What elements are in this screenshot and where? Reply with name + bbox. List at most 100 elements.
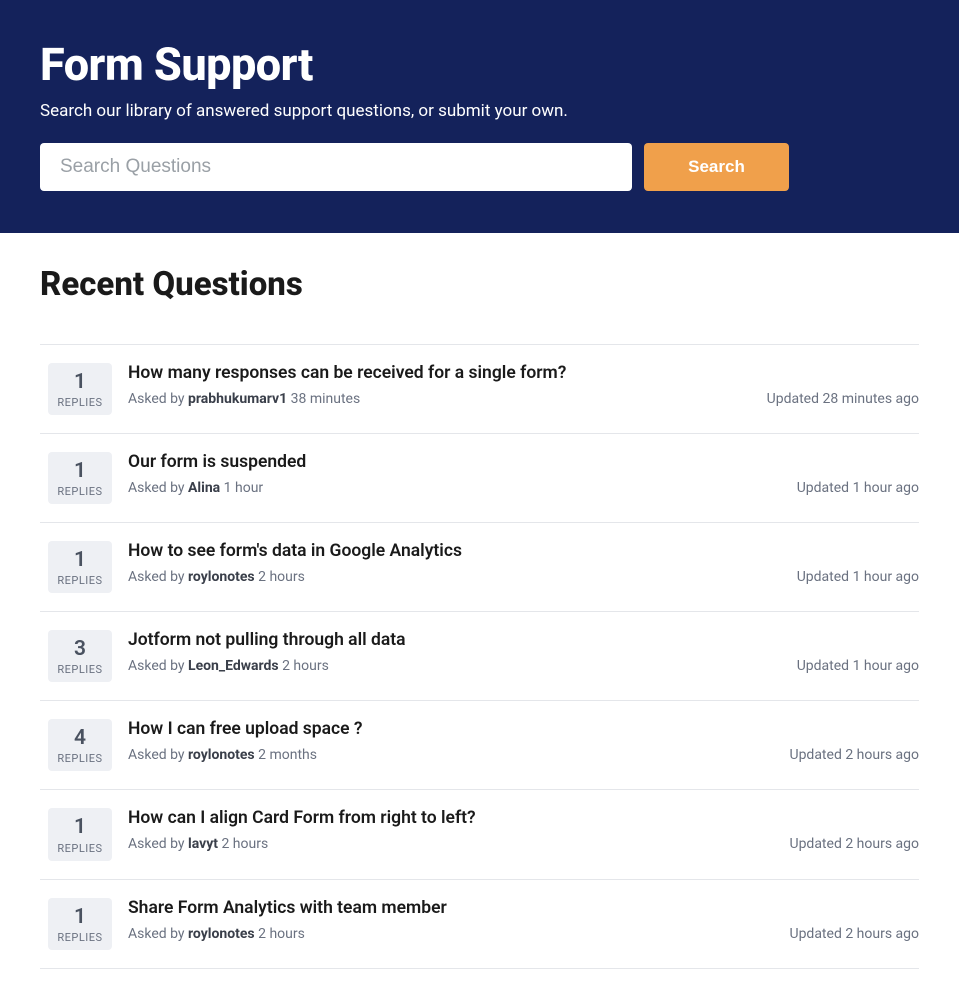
replies-badge: 1REPLIES — [48, 541, 112, 593]
question-title[interactable]: How to see form's data in Google Analyti… — [128, 541, 919, 561]
question-row[interactable]: 1 REPLIES Our form is suspended Asked by Al… — [40, 434, 919, 523]
content-area: Recent Questions 1 REPLIES How many respon… — [0, 233, 959, 989]
question-row[interactable]: 1 REPLIES Share Form Analytics with team m… — [40, 880, 919, 969]
search-row: Search — [40, 143, 919, 191]
replies-count: 1 — [48, 549, 112, 572]
question-title[interactable]: Our form is suspended — [128, 452, 919, 472]
replies-count: 4 — [48, 727, 112, 750]
updated-label: Updated — [797, 569, 849, 585]
updated-value: 2 hours ago — [845, 926, 919, 942]
asked-ago: 2 months — [258, 747, 317, 763]
search-button[interactable]: Search — [644, 143, 789, 191]
updated-label: Updated — [797, 658, 849, 674]
replies-label: REPLIES — [48, 752, 112, 765]
updated-label: Updated — [789, 926, 841, 942]
updated-value: 1 hour ago — [853, 658, 919, 674]
asked-by-label: Asked by — [128, 836, 185, 852]
question-body: How can I align Card Form from right to … — [128, 808, 919, 852]
question-meta: Asked by prabhukumarv1 38 minutes Updated… — [128, 391, 919, 407]
hero-banner: Form Support Search our library of answe… — [0, 0, 959, 233]
author-name[interactable]: roylonotes — [188, 747, 255, 763]
question-meta: Asked by Leon_Edwards 2 hours Updated 1 h… — [128, 658, 919, 674]
updated-value: 1 hour ago — [853, 569, 919, 585]
replies-label: REPLIES — [48, 485, 112, 498]
question-body: Our form is suspended Asked by Alina 1 ho… — [128, 452, 919, 496]
question-title[interactable]: Share Form Analytics with team member — [128, 898, 919, 918]
author-name[interactable]: prabhukumarv1 — [188, 391, 287, 407]
author-name[interactable]: Leon_Edwards — [188, 658, 279, 674]
asked-ago: 38 minutes — [291, 391, 361, 407]
updated-label: Updated — [797, 480, 849, 496]
question-meta: Asked by lavyt 2 hours Updated 2 hours ag… — [128, 836, 919, 852]
page-title: Form Support — [40, 38, 919, 91]
updated-value: 2 hours ago — [845, 747, 919, 763]
updated-ago: Updated 1 hour ago — [797, 480, 919, 496]
question-row[interactable]: 3 REPLIES Jotform not pulling through all … — [40, 612, 919, 701]
author-name[interactable]: lavyt — [188, 836, 218, 852]
asked-by-label: Asked by — [128, 926, 185, 942]
question-row[interactable]: 4 REPLIES How I can free upload space ? Ask… — [40, 701, 919, 790]
asked-by-label: Asked by — [128, 658, 185, 674]
replies-badge: 1 REPLIES — [48, 898, 112, 950]
updated-value: 2 hours ago — [845, 836, 919, 852]
search-input[interactable] — [40, 143, 632, 191]
asked-ago: 1 hour — [224, 480, 264, 496]
asked-by: Asked by lavyt 2 hours — [128, 836, 268, 852]
updated-ago: Updated 2 hours ago — [789, 747, 919, 763]
replies-count: 1 — [48, 371, 112, 394]
question-title[interactable]: Jotform not pulling through all data — [128, 630, 919, 650]
updated-label: Updated — [789, 836, 841, 852]
updated-label: Updated — [767, 391, 819, 407]
asked-by: Asked by roylonotes 2 hours — [128, 926, 305, 942]
updated-ago: Updated 2 hours ago — [789, 836, 919, 852]
author-name[interactable]: roylonotes — [188, 926, 255, 942]
updated-value: 28 minutes ago — [822, 391, 919, 407]
replies-label: REPLIES — [48, 842, 112, 855]
question-title[interactable]: How I can free upload space ? — [128, 719, 919, 739]
asked-by-label: Asked by — [128, 391, 185, 407]
replies-count: 1 — [48, 816, 112, 839]
question-body: How to see form's data in Google Analyti… — [128, 541, 919, 585]
replies-badge: 3 REPLIES — [48, 630, 112, 682]
question-title[interactable]: How can I align Card Form from right to … — [128, 808, 919, 828]
question-row[interactable]: 1 REPLIES How many responses can be receiv… — [40, 345, 919, 434]
replies-count: 1 — [48, 906, 112, 929]
question-meta: Asked by Alina 1 hour Updated 1 hour ago — [128, 480, 919, 496]
asked-by-label: Asked by — [128, 569, 185, 585]
question-meta: Asked by roylonotes 2 hours Updated 2 hou… — [128, 926, 919, 942]
question-row[interactable]: 1REPLIES How to see form's data in Google… — [40, 523, 919, 612]
page-subtitle: Search our library of answered support q… — [40, 101, 919, 121]
updated-ago: Updated 28 minutes ago — [767, 391, 919, 407]
question-body: How I can free upload space ? Asked by ro… — [128, 719, 919, 763]
replies-count: 1 — [48, 460, 112, 483]
asked-ago: 2 hours — [258, 569, 305, 585]
asked-ago: 2 hours — [282, 658, 329, 674]
replies-badge: 1 REPLIES — [48, 808, 112, 860]
asked-by: Asked by prabhukumarv1 38 minutes — [128, 391, 360, 407]
asked-by: Asked by Alina 1 hour — [128, 480, 263, 496]
author-name[interactable]: roylonotes — [188, 569, 255, 585]
replies-label: REPLIES — [48, 396, 112, 409]
question-body: Jotform not pulling through all data Aske… — [128, 630, 919, 674]
replies-badge: 1 REPLIES — [48, 363, 112, 415]
asked-ago: 2 hours — [221, 836, 268, 852]
asked-by: Asked by roylonotes 2 hours — [128, 569, 305, 585]
asked-ago: 2 hours — [258, 926, 305, 942]
replies-label: REPLIES — [48, 931, 112, 944]
author-name[interactable]: Alina — [188, 480, 220, 496]
updated-value: 1 hour ago — [853, 480, 919, 496]
updated-ago: Updated 2 hours ago — [789, 926, 919, 942]
replies-badge: 1 REPLIES — [48, 452, 112, 504]
question-body: Share Form Analytics with team member Ask… — [128, 898, 919, 942]
asked-by-label: Asked by — [128, 480, 185, 496]
question-meta: Asked by roylonotes 2 months Updated 2 ho… — [128, 747, 919, 763]
asked-by: Asked by roylonotes 2 months — [128, 747, 317, 763]
replies-count: 3 — [48, 638, 112, 661]
recent-questions-heading: Recent Questions — [40, 265, 919, 304]
replies-label: REPLIES — [48, 663, 112, 676]
asked-by: Asked by Leon_Edwards 2 hours — [128, 658, 329, 674]
question-row[interactable]: 1 REPLIES How can I align Card Form from r… — [40, 790, 919, 879]
question-body: How many responses can be received for a… — [128, 363, 919, 407]
question-title[interactable]: How many responses can be received for a… — [128, 363, 919, 383]
updated-ago: Updated 1 hour ago — [797, 569, 919, 585]
